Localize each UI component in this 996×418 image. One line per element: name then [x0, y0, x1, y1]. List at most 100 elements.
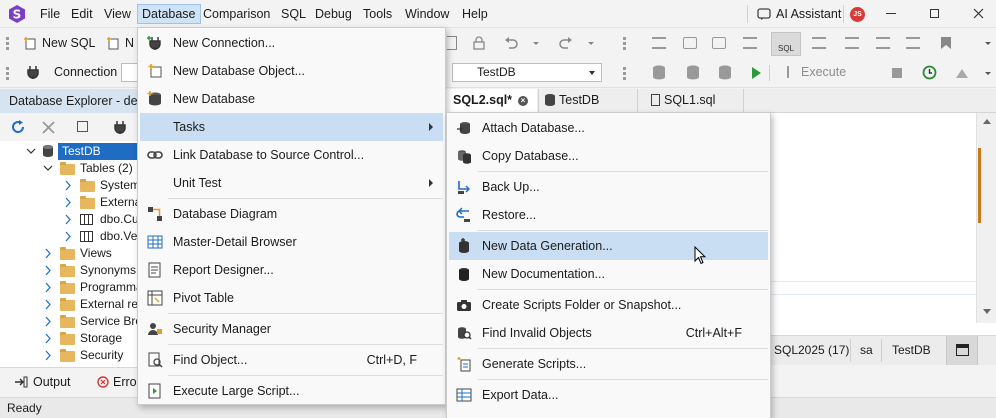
menu-item-new-data-generation[interactable]: New Data Generation...: [449, 232, 768, 260]
menu-item-new-database[interactable]: New Database: [140, 85, 443, 113]
comment-icon[interactable]: [906, 37, 920, 49]
expand-chevron-icon[interactable]: [63, 194, 73, 211]
expand-chevron-icon[interactable]: [43, 347, 53, 364]
new-sql-button[interactable]: New SQL: [42, 36, 96, 50]
menu-item-tasks[interactable]: Tasks: [140, 113, 443, 141]
menu-item-unit-test[interactable]: Unit Test: [140, 169, 443, 197]
menu-comparison[interactable]: Comparison: [199, 4, 274, 24]
database-icon[interactable]: [652, 65, 666, 80]
tree-item-views[interactable]: Views: [80, 245, 112, 262]
menu-item-restore[interactable]: Restore...: [449, 201, 768, 229]
database-select[interactable]: TestDB: [452, 63, 602, 82]
bookmark-icon[interactable]: [940, 36, 952, 50]
menu-sql[interactable]: SQL: [277, 4, 310, 24]
tree-item-security[interactable]: Security: [80, 347, 123, 364]
undo-icon[interactable]: [504, 36, 518, 50]
close-icon[interactable]: [973, 8, 984, 19]
tab-errors[interactable]: Erro: [113, 375, 137, 389]
new-connection-icon[interactable]: [113, 120, 127, 134]
ai-assistant-button[interactable]: AI Assistant: [772, 4, 845, 24]
clean-icon[interactable]: [955, 66, 971, 79]
menu-item-new-connection[interactable]: New Connection...: [140, 29, 443, 57]
tab-output[interactable]: Output: [33, 375, 71, 389]
menu-item-pivot-table[interactable]: Pivot Table: [140, 284, 443, 312]
redo-dropdown-icon[interactable]: [588, 42, 594, 45]
close-tab-icon[interactable]: ×: [518, 96, 528, 106]
expand-chevron-icon[interactable]: [43, 296, 53, 313]
menu-item-export-data[interactable]: Export Data...: [449, 381, 768, 409]
tree-item-service-broker[interactable]: Service Bro: [80, 313, 142, 330]
menu-item-attach-database[interactable]: Attach Database...: [449, 114, 768, 142]
menu-edit[interactable]: Edit: [67, 4, 97, 24]
menu-window[interactable]: Window: [401, 4, 453, 24]
tree-item-testdb[interactable]: TestDB: [58, 143, 137, 160]
toolbar-overflow-icon[interactable]: [985, 72, 991, 75]
tree-item-storage[interactable]: Storage: [80, 330, 122, 347]
database-settings-icon[interactable]: [718, 65, 732, 80]
layout-toggle-button[interactable]: [946, 336, 978, 365]
expand-chevron-icon[interactable]: [43, 330, 53, 347]
menu-item-new-documentation[interactable]: New Documentation...: [449, 260, 768, 288]
tree-item-synonyms[interactable]: Synonyms: [80, 262, 136, 279]
play-icon[interactable]: [752, 67, 761, 79]
expand-chevron-icon[interactable]: [43, 313, 53, 330]
tree-item-external-resources[interactable]: External res: [80, 296, 144, 313]
tab-sql2[interactable]: SQL2.sql* ×: [445, 89, 537, 113]
menu-item-back-up[interactable]: Back Up...: [449, 173, 768, 201]
list-icon[interactable]: [743, 37, 757, 49]
menu-item-find-invalid-objects[interactable]: Find Invalid Objects Ctrl+Alt+F: [449, 319, 768, 347]
expand-chevron-icon[interactable]: [43, 245, 53, 262]
menu-tools[interactable]: Tools: [359, 4, 396, 24]
toolbar-overflow-icon[interactable]: [985, 42, 991, 45]
delete-icon[interactable]: [42, 121, 55, 134]
menu-file[interactable]: File: [36, 4, 64, 24]
menu-view[interactable]: View: [100, 4, 135, 24]
expand-chevron-icon[interactable]: [26, 143, 36, 160]
new-button-truncated[interactable]: N: [125, 36, 134, 50]
tree-item-system[interactable]: System: [100, 177, 140, 194]
menu-database[interactable]: Database: [137, 4, 201, 24]
tree-item-tables[interactable]: Tables (2): [80, 160, 133, 177]
undo-dropdown-icon[interactable]: [533, 42, 539, 45]
expand-chevron-icon[interactable]: [43, 279, 53, 296]
history-icon[interactable]: [922, 65, 937, 80]
menu-item-copy-database[interactable]: Copy Database...: [449, 142, 768, 170]
menu-item-new-database-object[interactable]: New Database Object...: [140, 57, 443, 85]
maximize-icon[interactable]: [930, 9, 939, 18]
minimize-icon[interactable]: [886, 13, 896, 14]
tab-testdb[interactable]: TestDB: [538, 89, 638, 113]
tab-sql1[interactable]: SQL1.sql: [644, 89, 744, 113]
stop-icon[interactable]: [892, 68, 902, 78]
expand-chevron-icon[interactable]: [63, 228, 73, 245]
ai-assistant-icon[interactable]: [757, 7, 771, 21]
align-left-icon[interactable]: [845, 37, 859, 49]
expand-chevron-icon[interactable]: [63, 211, 73, 228]
user-avatar[interactable]: JS: [850, 7, 865, 22]
menu-item-execute-large-script[interactable]: Execute Large Script...: [140, 377, 443, 405]
expand-chevron-icon[interactable]: [63, 177, 73, 194]
expand-chevron-icon[interactable]: [43, 160, 53, 177]
menu-debug[interactable]: Debug: [311, 4, 356, 24]
expand-chevron-icon[interactable]: [43, 262, 53, 279]
snapshot-icon[interactable]: [712, 37, 726, 49]
redo-icon[interactable]: [559, 36, 573, 50]
menu-item-report-designer[interactable]: Report Designer...: [140, 256, 443, 284]
menu-item-master-detail-browser[interactable]: Master-Detail Browser: [140, 228, 443, 256]
tree-item-dbo-ver[interactable]: dbo.Ver: [100, 228, 141, 245]
copy-icon[interactable]: [77, 121, 88, 132]
execute-button[interactable]: Execute: [801, 65, 846, 79]
scroll-up-icon[interactable]: [983, 119, 991, 124]
menu-item-database-diagram[interactable]: Database Diagram: [140, 200, 443, 228]
menu-item-link-source-control[interactable]: Link Database to Source Control...: [140, 141, 443, 169]
menu-item-security-manager[interactable]: Security Manager: [140, 315, 443, 343]
database-run-icon[interactable]: [686, 65, 700, 80]
refresh-icon[interactable]: [11, 120, 25, 134]
indent-icon[interactable]: [652, 37, 666, 49]
camera-icon[interactable]: [683, 37, 697, 49]
align-right-icon[interactable]: [876, 37, 890, 49]
tree-item-dbo-cu[interactable]: dbo.Cu: [100, 211, 139, 228]
lock-icon[interactable]: [473, 36, 485, 50]
menu-item-create-scripts-folder[interactable]: Create Scripts Folder or Snapshot...: [449, 291, 768, 319]
menu-item-find-object[interactable]: Find Object... Ctrl+D, F: [140, 346, 443, 374]
connection-select[interactable]: [121, 63, 137, 82]
